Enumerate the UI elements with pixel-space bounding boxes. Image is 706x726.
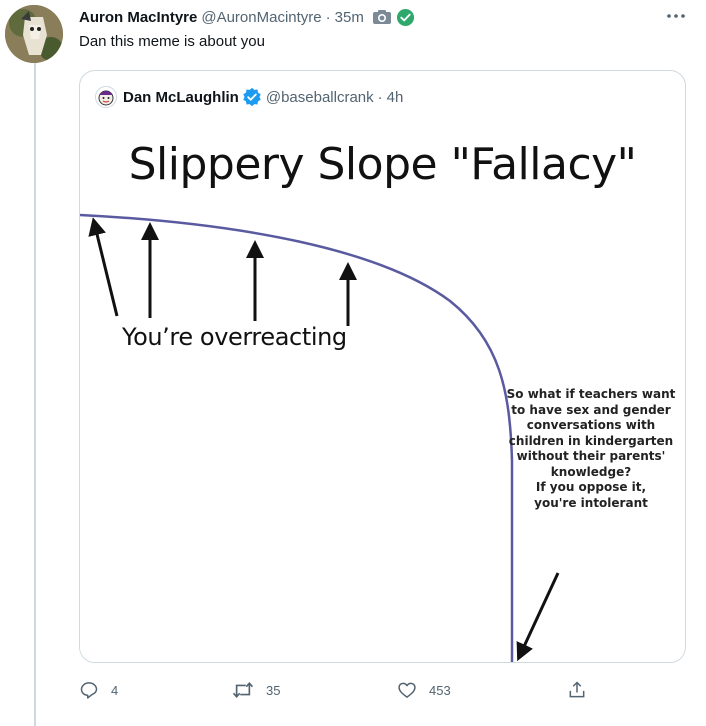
share-icon [569,681,585,698]
tweet: Auron MacIntyre @AuronMacintyre · 35m Da… [0,0,706,726]
quote-tweet[interactable]: Dan McLaughlin @baseballcrank · 4h Slipp… [79,70,686,663]
slope-curve [80,213,514,662]
reply-icon [80,682,98,699]
separator-dot: · [377,88,383,106]
side-line: So what if teachers want [506,387,676,401]
retweet-count: 35 [266,682,281,698]
thread-line [34,62,36,726]
side-line: conversations with [526,418,656,432]
quote-header: Dan McLaughlin @baseballcrank · 4h [95,86,403,108]
quote-author-name[interactable]: Dan McLaughlin [123,89,239,106]
verified-check-icon [396,8,415,27]
side-line: you're intolerant [534,495,648,510]
side-line: without their parents' [516,449,666,463]
tweet-time[interactable]: 35m [335,9,364,26]
side-line: If you oppose it, [535,480,647,494]
camera-icon [372,9,392,25]
author-handle[interactable]: @AuronMacintyre [201,9,321,26]
meme-image[interactable]: Slippery Slope "Fallacy" You’re overreac… [80,131,685,662]
arrow-5 [516,572,560,662]
like-count: 453 [429,682,451,698]
tweet-text: Dan this meme is about you [79,33,265,50]
author-name[interactable]: Auron MacIntyre [79,9,197,26]
retweet-icon [232,682,254,698]
like-button[interactable]: 453 [397,676,451,704]
author-avatar[interactable] [5,5,63,63]
retweet-button[interactable]: 35 [232,676,280,704]
reply-count: 4 [111,682,119,698]
meme-caption: You’re overreacting [122,323,347,351]
side-line: knowledge? [550,464,632,479]
quote-time[interactable]: 4h [387,89,404,106]
tweet-actions: 4 35 453 [79,676,599,704]
separator-dot: · [325,8,331,26]
side-line: to have sex and gender [511,402,671,417]
meme-side-text: So what if teachers want to have sex and… [502,387,680,511]
share-button[interactable] [567,676,599,704]
arrow-1 [88,217,119,317]
side-line: children in kindergarten [508,433,674,448]
quote-avatar[interactable] [95,86,117,108]
verified-badge-icon [242,87,262,107]
tweet-header: Auron MacIntyre @AuronMacintyre · 35m [79,6,415,28]
more-icon[interactable] [662,4,690,28]
quote-author-handle[interactable]: @baseballcrank [266,89,374,106]
heart-icon [398,682,416,698]
reply-button[interactable]: 4 [79,676,118,704]
